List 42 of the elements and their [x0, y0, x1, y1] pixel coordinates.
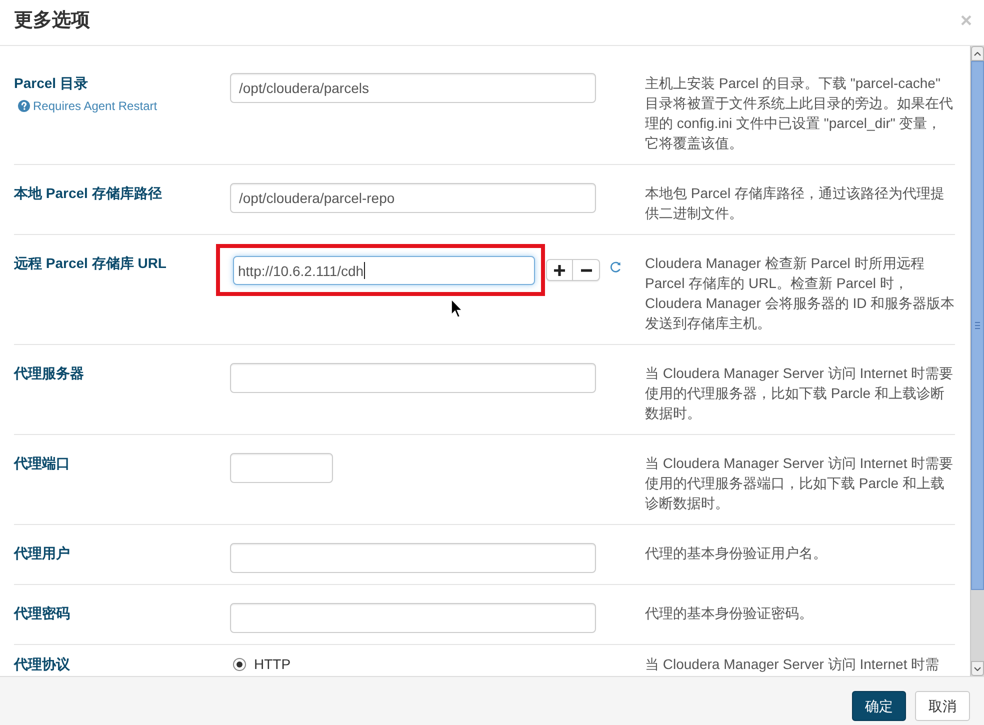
- remove-button[interactable]: [573, 259, 600, 281]
- add-button[interactable]: [546, 259, 573, 281]
- radio-icon[interactable]: [233, 658, 246, 671]
- setting-description: Cloudera Manager 检查新 Parcel 时所用远程 Parcel 存储库的 URL。检查新 Parcel 时，Cloudera Manager 会将服务器的 ID 和服务器版本发送到存储库主机。: [645, 254, 955, 333]
- scroll-up-button[interactable]: [971, 46, 984, 61]
- setting-label: Parcel 目录: [14, 74, 88, 93]
- restart-note: Requires Agent Restart: [33, 98, 158, 114]
- setting-label: 代理端口: [14, 454, 70, 473]
- setting-label: 本地 Parcel 存储库路径: [14, 184, 162, 203]
- text-input[interactable]: /opt/cloudera/parcel-repo: [230, 183, 596, 213]
- setting-description: 代理的基本身份验证密码。: [645, 604, 814, 623]
- cancel-button[interactable]: 取消: [915, 691, 970, 721]
- chevron-up-icon: [974, 52, 981, 56]
- text-input[interactable]: /opt/cloudera/parcels: [230, 73, 596, 103]
- setting-label: 代理用户: [14, 544, 70, 563]
- setting-description: 当 Cloudera Manager Server 访问 Internet 时需: [645, 655, 940, 674]
- password-input[interactable]: [230, 603, 596, 633]
- scrollbar-track[interactable]: [970, 46, 984, 676]
- dialog-title: 更多选项: [14, 9, 90, 33]
- minus-icon: [580, 268, 592, 272]
- setting-description: 当 Cloudera Manager Server 访问 Internet 时需要使用的代理服务器端口，比如下载 Parcle 和上载诊断数据时。: [645, 454, 954, 513]
- url-input[interactable]: http://10.6.2.111/cdh: [233, 256, 535, 285]
- scroll-down-button[interactable]: [971, 661, 984, 676]
- setting-description: 主机上安装 Parcel 的目录。下载 "parcel-cache" 目录将被置于文件系统上此目录的旁边。如果在代理的 config.ini 文件中已设置 "parcel_dir" 变量，它将覆盖该值。: [645, 74, 954, 153]
- plus-icon: [554, 264, 565, 276]
- confirm-button[interactable]: 确定: [852, 691, 906, 721]
- mouse-pointer-icon: [451, 299, 463, 318]
- radio-option[interactable]: HTTP: [233, 656, 291, 673]
- text-input[interactable]: [230, 543, 596, 573]
- chevron-down-icon: [974, 666, 981, 670]
- port-input[interactable]: [230, 453, 333, 483]
- setting-description: 本地包 Parcel 存储库路径，通过该路径为代理提供二进制文件。: [645, 184, 946, 223]
- setting-description: 代理的基本身份验证用户名。: [645, 544, 828, 563]
- setting-label: 代理协议: [14, 655, 70, 674]
- refresh-icon[interactable]: [610, 261, 621, 273]
- setting-description: 当 Cloudera Manager Server 访问 Internet 时需要使用的代理服务器，比如下载 Parcle 和上载诊断数据时。: [645, 364, 954, 423]
- scrollbar-thumb[interactable]: [971, 61, 984, 590]
- setting-label: 远程 Parcel 存储库 URL: [14, 254, 166, 273]
- setting-label: 代理密码: [14, 604, 70, 623]
- setting-label: 代理服务器: [14, 364, 84, 383]
- help-icon: [18, 100, 30, 112]
- text-input[interactable]: [230, 363, 596, 393]
